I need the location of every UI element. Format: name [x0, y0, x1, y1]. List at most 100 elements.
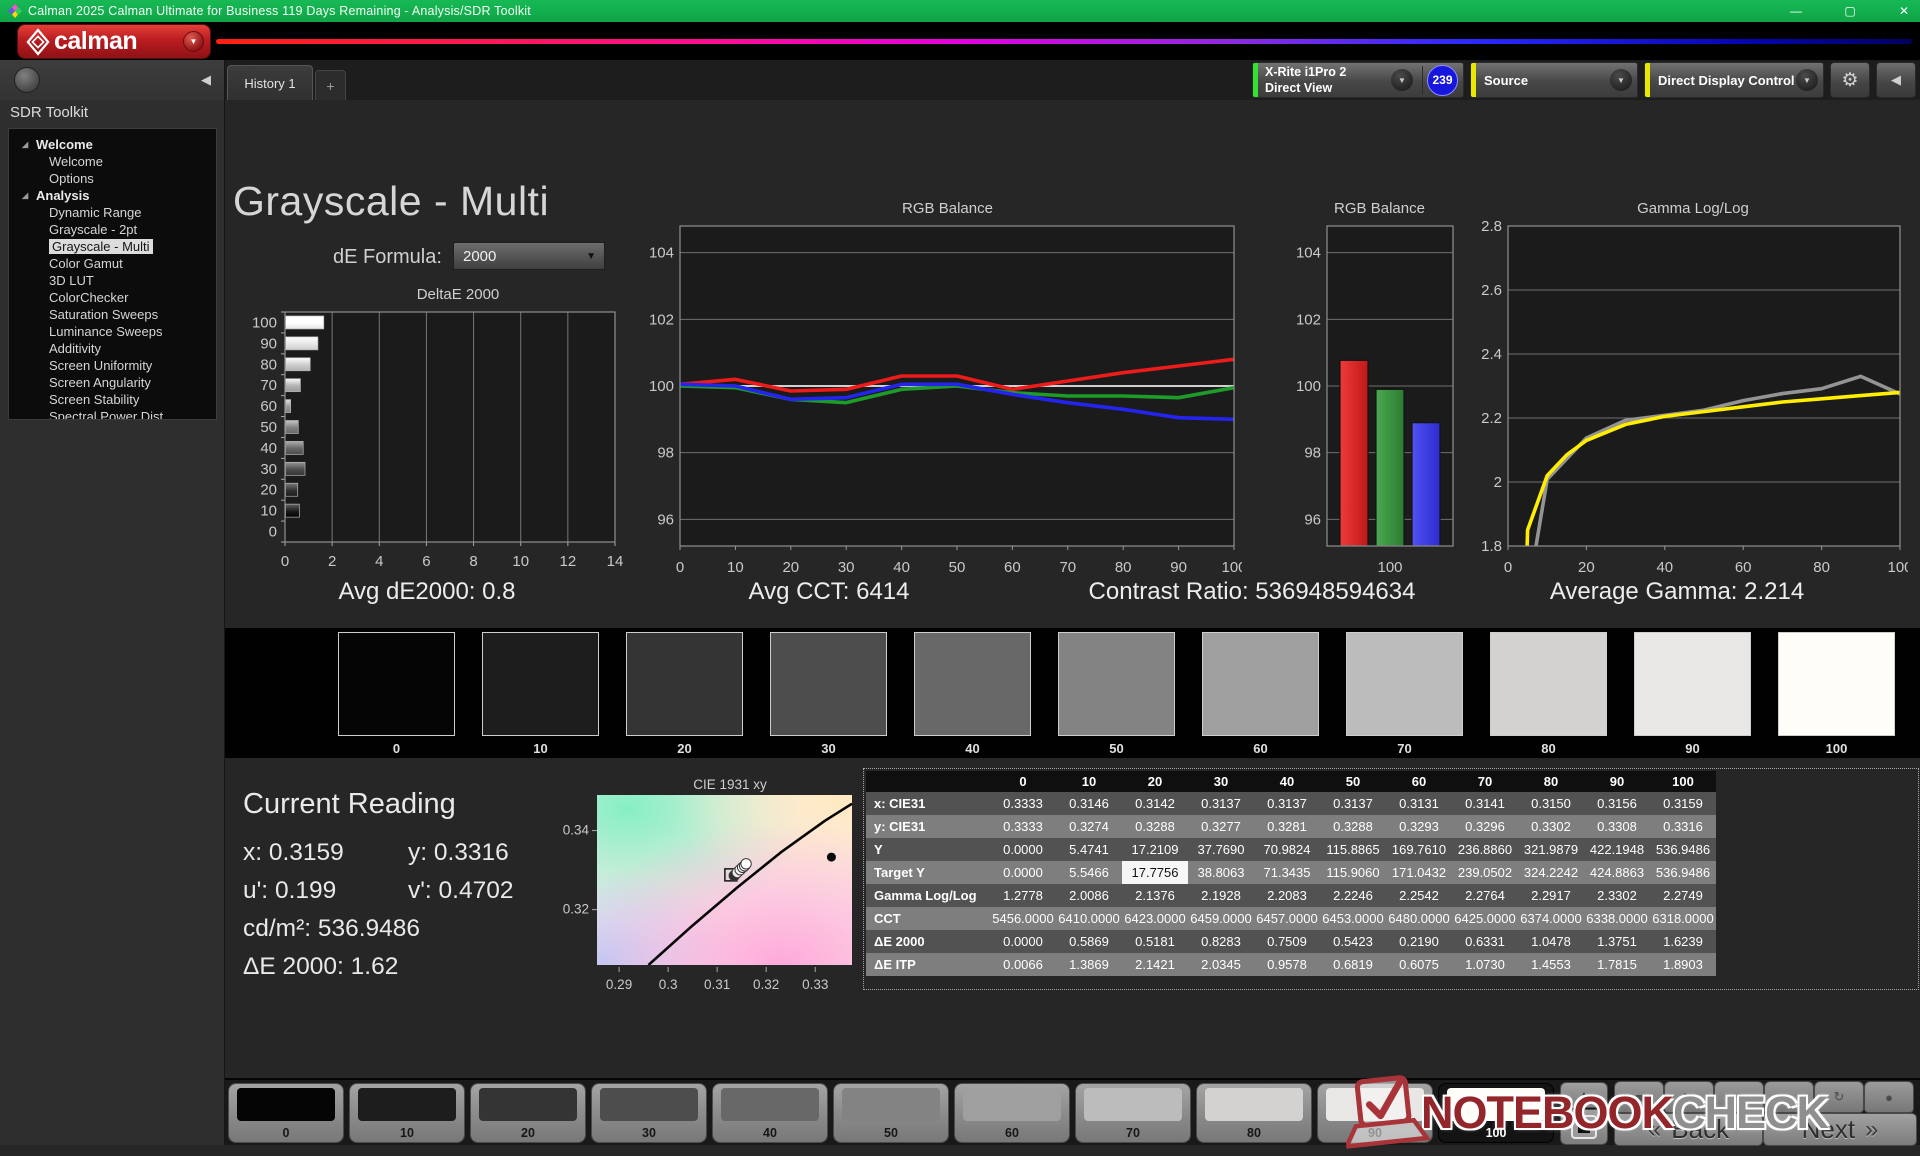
- table-cell: 169.7610: [1386, 838, 1452, 861]
- swatch-color: [1346, 632, 1463, 736]
- sidebar-item-saturation-sweeps[interactable]: Saturation Sweeps: [9, 306, 216, 323]
- gray-swatch-80: 80: [1490, 632, 1607, 756]
- table-cell: 0.0000: [990, 930, 1056, 953]
- sidebar-item-luminance-sweeps[interactable]: Luminance Sweeps: [9, 323, 216, 340]
- pattern-button-70[interactable]: 70: [1076, 1084, 1190, 1142]
- up-arrow-icon: ▲: [1579, 1090, 1589, 1101]
- measurement-table-container[interactable]: 0102030405060708090100x: CIE310.33330.31…: [863, 768, 1919, 990]
- sidebar-item-additivity[interactable]: Additivity: [9, 340, 216, 357]
- panel-collapse-button[interactable]: ◀: [1876, 62, 1916, 98]
- svg-text:2: 2: [328, 553, 336, 570]
- table-column-header: 20: [1122, 771, 1188, 792]
- add-tab-button[interactable]: +: [315, 70, 346, 100]
- stat-avg-cct: Avg CCT: 6414: [629, 578, 1029, 606]
- table-cell: 0.3277: [1188, 815, 1254, 838]
- playback-button-play[interactable]: ▶: [1665, 1082, 1713, 1112]
- pattern-button-10[interactable]: 10: [350, 1084, 464, 1142]
- pattern-button-30[interactable]: 30: [592, 1084, 706, 1142]
- playback-button-loop[interactable]: ∞: [1765, 1082, 1813, 1112]
- table-column-header: 90: [1584, 771, 1650, 792]
- display-control-select[interactable]: Direct Display Control ▼: [1644, 62, 1824, 98]
- playback-button-refresh[interactable]: ↻: [1815, 1082, 1863, 1112]
- pattern-label: 20: [471, 1126, 585, 1140]
- settings-button[interactable]: ⚙: [1830, 62, 1870, 98]
- pattern-button-90[interactable]: 90: [1318, 1084, 1432, 1142]
- tree-expander-icon[interactable]: ◢: [22, 136, 28, 153]
- meter-count-badge[interactable]: 239: [1427, 65, 1458, 96]
- sidebar-item-3d-lut[interactable]: 3D LUT: [9, 272, 216, 289]
- sidebar-item-screen-angularity[interactable]: Screen Angularity: [9, 374, 216, 391]
- svg-text:100: 100: [252, 314, 277, 331]
- sidebar-title: SDR Toolkit: [10, 104, 88, 121]
- current-reading-panel: Current Reading x: 0.3159 y: 0.3316 u': …: [243, 788, 573, 991]
- table-cell: 0.3293: [1386, 815, 1452, 838]
- sidebar-item-color-gamut[interactable]: Color Gamut: [9, 255, 216, 272]
- sidebar-collapse-button[interactable]: ◀: [191, 63, 221, 97]
- stat-avg-de2000: Avg dE2000: 0.8: [227, 578, 627, 606]
- table-cell: 6425.0000: [1452, 907, 1518, 930]
- svg-text:50: 50: [260, 419, 277, 436]
- sidebar-item-spectral-power-dist-[interactable]: Spectral Power Dist.: [9, 408, 216, 420]
- table-column-header: [866, 771, 990, 792]
- sidebar-item-screen-uniformity[interactable]: Screen Uniformity: [9, 357, 216, 374]
- logo-dropdown-button[interactable]: ▼: [183, 31, 204, 52]
- svg-text:6: 6: [422, 553, 430, 570]
- svg-text:70: 70: [1059, 559, 1076, 576]
- svg-text:2.2: 2.2: [1481, 410, 1502, 427]
- pattern-button-40[interactable]: 40: [713, 1084, 827, 1142]
- meter-select[interactable]: X-Rite i1Pro 2 Direct View ▼ 239: [1252, 62, 1464, 98]
- pattern-button-80[interactable]: 80: [1197, 1084, 1311, 1142]
- close-icon[interactable]: ✕: [1894, 4, 1914, 18]
- de-formula-select[interactable]: 2000 ▼: [453, 242, 605, 270]
- table-cell: 1.2778: [990, 884, 1056, 907]
- playback-button-stop[interactable]: ■: [1615, 1082, 1663, 1112]
- table-cell: 239.0502: [1452, 861, 1518, 884]
- workflow-knob-button[interactable]: [14, 67, 40, 93]
- table-cell: 0.6075: [1386, 953, 1452, 976]
- sidebar-item-analysis[interactable]: ◢Analysis: [9, 187, 216, 204]
- sidebar-item-grayscale-2pt[interactable]: Grayscale - 2pt: [9, 221, 216, 238]
- maximize-icon[interactable]: ▢: [1840, 4, 1860, 18]
- sidebar-item-grayscale-multi[interactable]: Grayscale - Multi: [9, 238, 216, 255]
- swatch-label: 80: [1490, 741, 1607, 756]
- sidebar: ◀ SDR Toolkit ◢WelcomeWelcomeOptions◢Ana…: [0, 60, 225, 1145]
- rgb-balance-line-title: RGB Balance: [655, 200, 1240, 217]
- sidebar-item-welcome[interactable]: Welcome: [9, 153, 216, 170]
- pattern-window-up-button[interactable]: ▲: [1561, 1083, 1607, 1107]
- sidebar-item-dynamic-range[interactable]: Dynamic Range: [9, 204, 216, 221]
- loop-icon: ∞: [1784, 1090, 1793, 1105]
- sidebar-item-options[interactable]: Options: [9, 170, 216, 187]
- table-cell: 0.3316: [1650, 815, 1716, 838]
- swatch-label: 60: [1202, 741, 1319, 756]
- pattern-window-button[interactable]: [1561, 1110, 1607, 1144]
- table-cell: 0.7509: [1254, 930, 1320, 953]
- gray-swatch-90: 90: [1634, 632, 1751, 756]
- table-cell: 0.3288: [1122, 815, 1188, 838]
- back-button[interactable]: « Back: [1615, 1114, 1762, 1145]
- svg-text:104: 104: [650, 245, 674, 262]
- gray-swatch-100: 100: [1778, 632, 1895, 756]
- svg-text:104: 104: [1297, 245, 1321, 262]
- pattern-button-60[interactable]: 60: [955, 1084, 1069, 1142]
- current-reading-title: Current Reading: [243, 788, 573, 821]
- pattern-button-0[interactable]: 0: [229, 1084, 343, 1142]
- pattern-button-50[interactable]: 50: [834, 1084, 948, 1142]
- pattern-button-20[interactable]: 20: [471, 1084, 585, 1142]
- calman-logo-button[interactable]: calman ▼: [18, 25, 210, 58]
- playback-button-record[interactable]: ●: [1865, 1082, 1913, 1112]
- tree-expander-icon[interactable]: ◢: [22, 187, 28, 204]
- tab-history-1[interactable]: History 1: [227, 65, 313, 100]
- source-select[interactable]: Source ▼: [1470, 62, 1638, 98]
- playback-controls: ■▶⏸ ∞ ↻●: [1615, 1082, 1913, 1112]
- swatch-color: [1058, 632, 1175, 736]
- sidebar-item-screen-stability[interactable]: Screen Stability: [9, 391, 216, 408]
- sidebar-item-welcome[interactable]: ◢Welcome: [9, 136, 216, 153]
- minimize-icon[interactable]: —: [1786, 4, 1806, 18]
- chevron-down-icon: ▼: [1610, 69, 1632, 91]
- sidebar-item-colorchecker[interactable]: ColorChecker: [9, 289, 216, 306]
- next-button[interactable]: Next »: [1764, 1114, 1916, 1145]
- gray-swatch-40: 40: [914, 632, 1031, 756]
- table-row-label: Gamma Log/Log: [866, 884, 990, 907]
- playback-button-pause[interactable]: ⏸: [1715, 1082, 1763, 1112]
- pattern-button-100[interactable]: 100: [1439, 1084, 1553, 1142]
